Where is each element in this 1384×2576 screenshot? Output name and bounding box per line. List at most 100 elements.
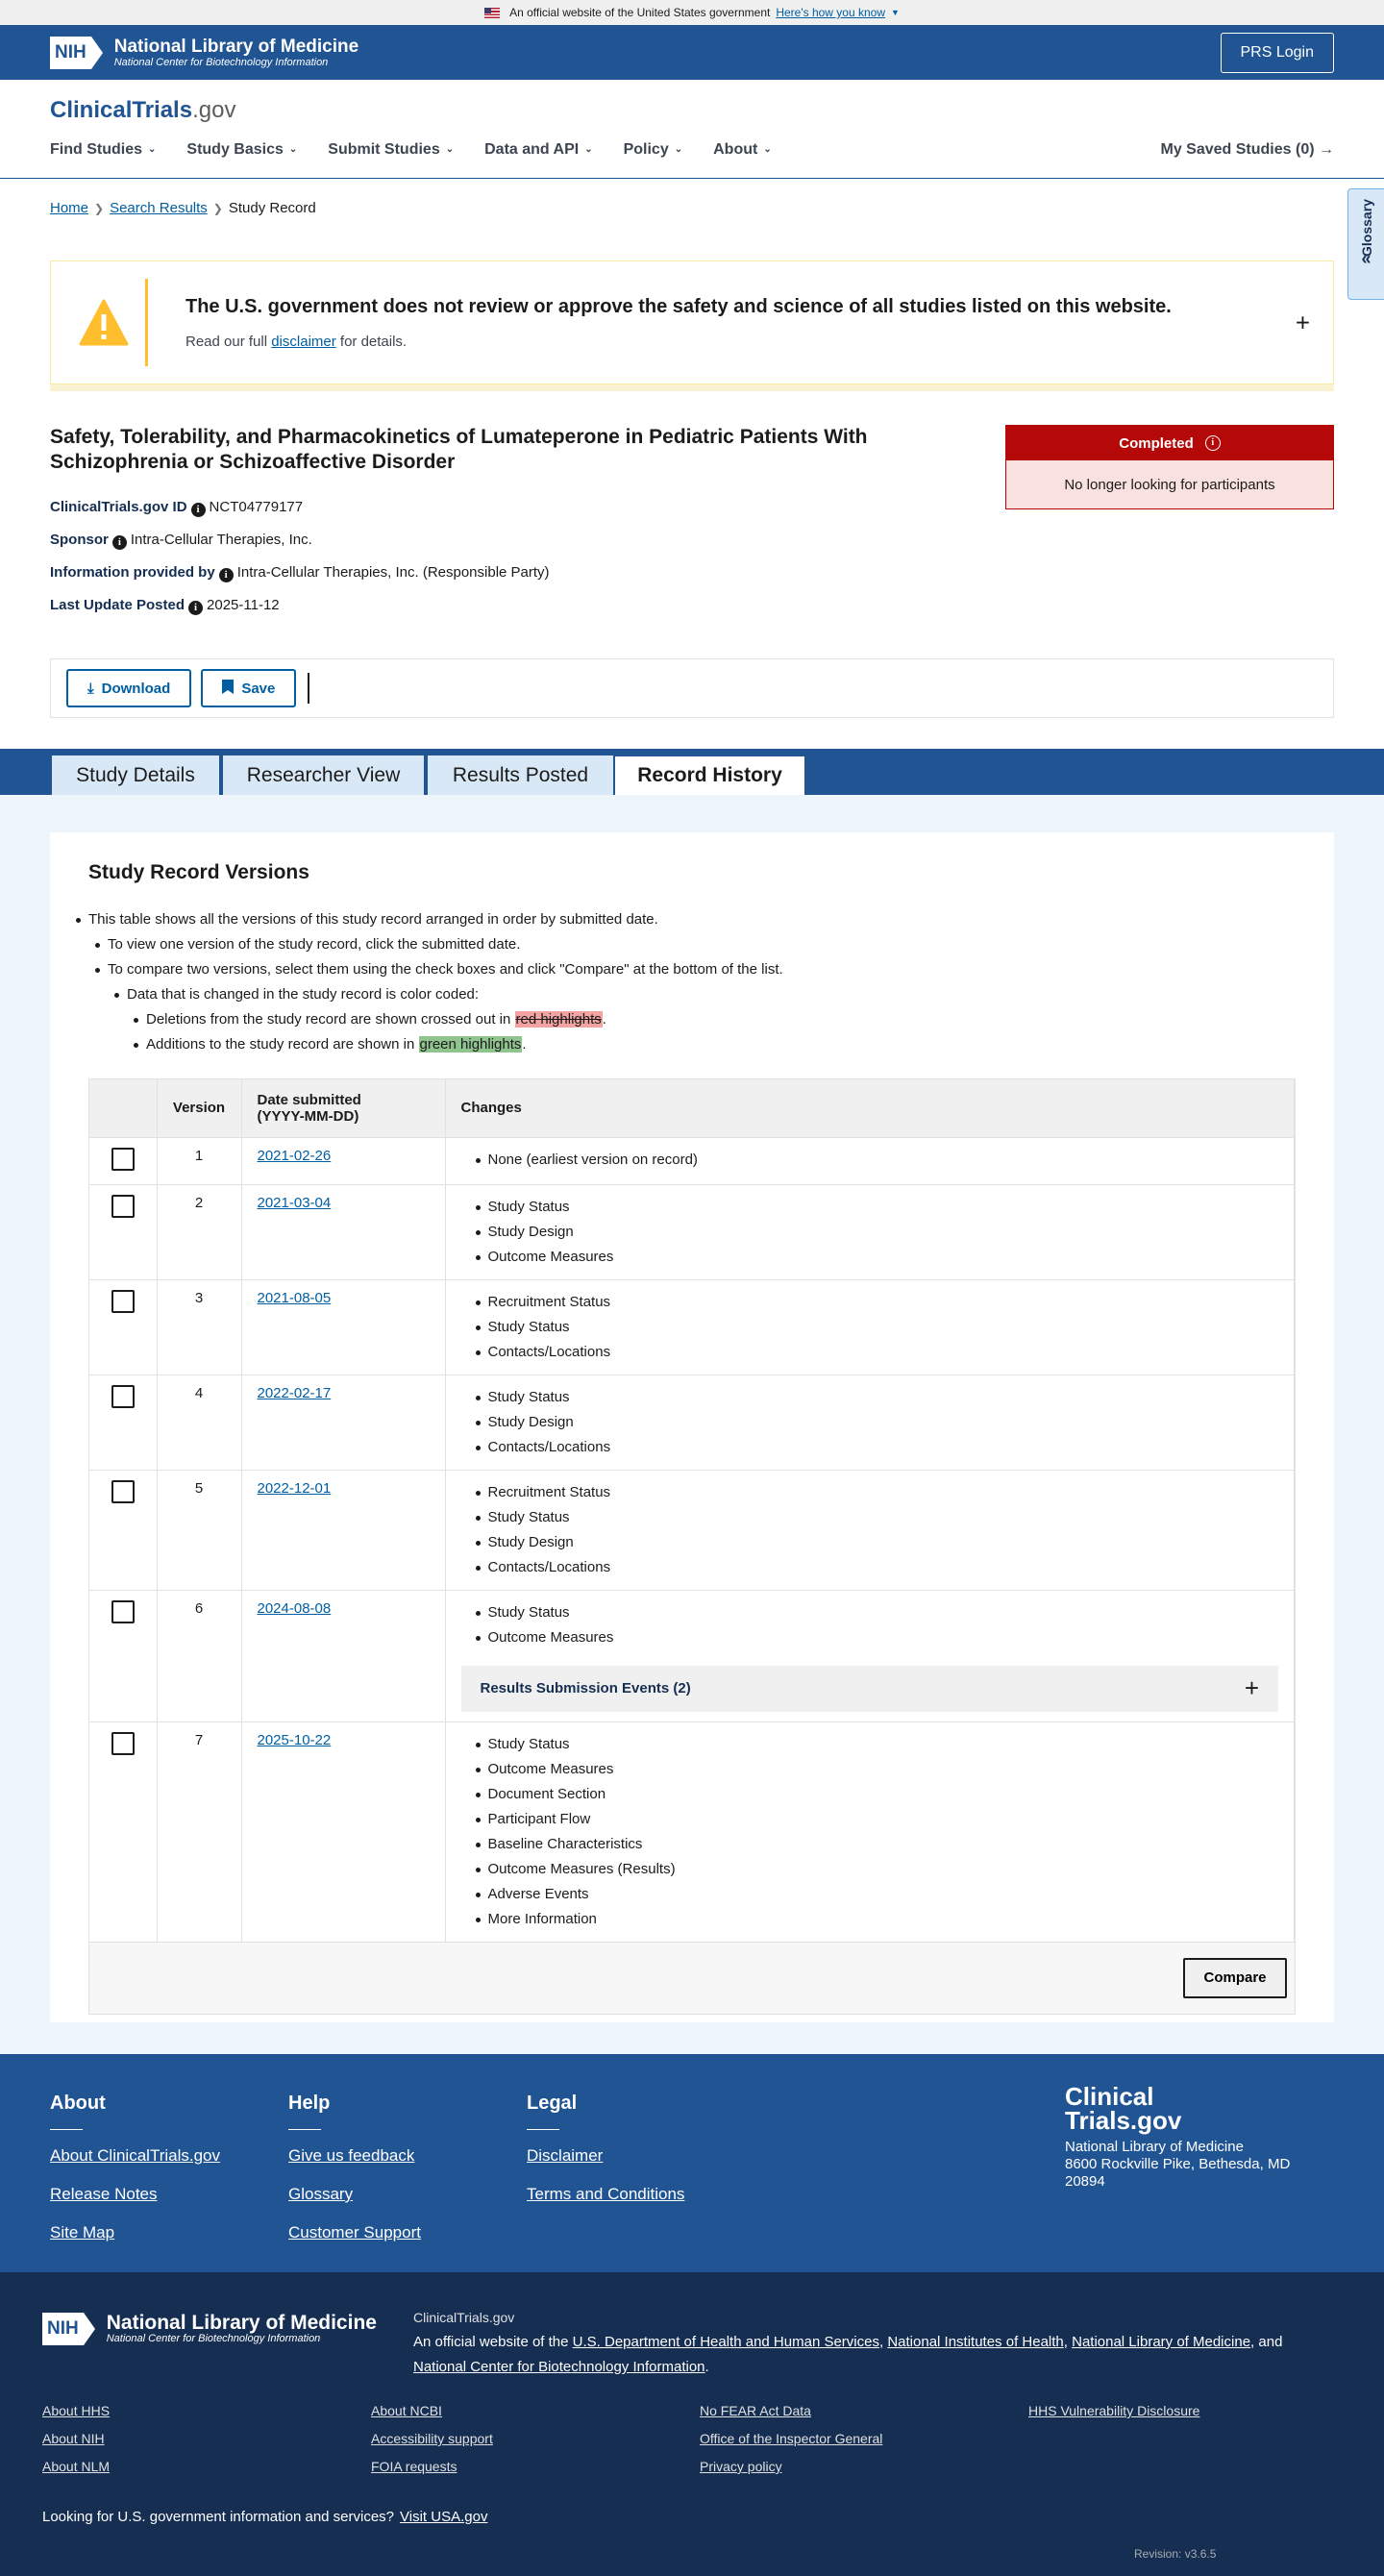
footer-link[interactable]: About ClinicalTrials.gov xyxy=(50,2146,220,2166)
chevron-right-icon: ❯ xyxy=(94,201,105,215)
info-icon[interactable]: i xyxy=(1204,435,1221,451)
version-row: 7 2025-10-22 Study Status Outcome Measure… xyxy=(89,1721,1295,1943)
footer-link[interactable]: Privacy policy xyxy=(700,2459,882,2474)
version-checkbox[interactable] xyxy=(111,1731,135,1755)
table-footer: Compare xyxy=(89,1942,1295,2014)
heres-how-you-know-link[interactable]: Here's how you know xyxy=(776,6,885,19)
footer-link[interactable]: About NIH xyxy=(42,2431,110,2446)
version-checkbox[interactable] xyxy=(111,1194,135,1218)
info-icon[interactable]: i xyxy=(190,503,206,517)
disclaimer-link[interactable]: disclaimer xyxy=(271,334,336,350)
footer-link[interactable]: HHS Vulnerability Disclosure xyxy=(1028,2403,1199,2418)
gov-banner-text: An official website of the United States… xyxy=(509,6,771,19)
change-item: Participant Flow xyxy=(475,1807,1295,1832)
saved-studies-link[interactable]: My Saved Studies (0) → xyxy=(1161,141,1335,159)
changes-list: Recruitment Status Study Status Study Desi… xyxy=(475,1480,1295,1580)
footer-link[interactable]: Accessibility support xyxy=(371,2431,493,2446)
change-item: Recruitment Status xyxy=(475,1290,1295,1315)
version-date-link[interactable]: 2021-02-26 xyxy=(258,1148,332,1164)
version-checkbox[interactable] xyxy=(111,1479,135,1503)
nlm-link[interactable]: National Library of Medicine xyxy=(1072,2334,1250,2350)
tab-study-details[interactable]: Study Details xyxy=(50,754,221,795)
nav-find-studies[interactable]: Find Studies ⌄ xyxy=(50,141,156,159)
version-checkbox[interactable] xyxy=(111,1289,135,1313)
nih-logo[interactable]: NIH National Library of Medicine Nationa… xyxy=(50,36,358,69)
change-item: Study Status xyxy=(475,1600,1295,1625)
footer-link[interactable]: Customer Support xyxy=(288,2223,421,2242)
footer-link[interactable]: Release Notes xyxy=(50,2185,220,2204)
nav-submit-studies[interactable]: Submit Studies ⌄ xyxy=(328,141,454,159)
info-icon[interactable]: i xyxy=(218,568,234,582)
tabs-bar: Study Details Researcher View Results Po… xyxy=(0,749,1384,795)
change-item: Outcome Measures xyxy=(475,1245,1295,1270)
footer-link[interactable]: Site Map xyxy=(50,2223,220,2242)
compare-button[interactable]: Compare xyxy=(1183,1957,1287,1998)
footer-link[interactable]: Office of the Inspector General xyxy=(700,2431,882,2446)
nav-data-api[interactable]: Data and API ⌄ xyxy=(484,141,592,159)
version-date-link[interactable]: 2022-02-17 xyxy=(258,1385,332,1401)
green-highlight-sample: green highlights xyxy=(418,1036,523,1053)
tab-record-history[interactable]: Record History xyxy=(615,753,804,795)
version-date-link[interactable]: 2022-12-01 xyxy=(258,1480,332,1497)
nav-study-basics[interactable]: Study Basics ⌄ xyxy=(186,141,297,159)
breadcrumb-home[interactable]: Home xyxy=(50,200,88,216)
us-flag-icon xyxy=(484,7,501,18)
version-row: 5 2022-12-01 Recruitment Status Study Sta… xyxy=(89,1470,1295,1591)
chevron-right-icon: ❯ xyxy=(212,201,223,215)
version-checkbox[interactable] xyxy=(111,1147,135,1171)
version-checkbox[interactable] xyxy=(111,1384,135,1408)
info-icon[interactable]: i xyxy=(188,601,204,615)
expand-plus-icon[interactable]: + xyxy=(1296,308,1310,337)
usa-gov-link[interactable]: Visit USA.gov xyxy=(400,2509,487,2525)
hhs-link[interactable]: U.S. Department of Health and Human Serv… xyxy=(573,2334,879,2350)
changes-list: Study Status Outcome Measures Document Sec… xyxy=(475,1732,1295,1932)
footer-link[interactable]: No FEAR Act Data xyxy=(700,2403,882,2418)
nlm-footer: NIH National Library of Medicine Nationa… xyxy=(0,2272,1384,2576)
status-label: Completed xyxy=(1119,434,1194,452)
change-item: Study Status xyxy=(475,1315,1295,1340)
bookmark-icon xyxy=(222,679,235,698)
status-detail: No longer looking for participants xyxy=(1006,460,1333,508)
glossary-toggle[interactable]: Glossary « xyxy=(1347,188,1384,300)
tab-researcher-view[interactable]: Researcher View xyxy=(221,754,426,795)
version-number: 7 xyxy=(157,1721,242,1943)
change-item: Baseline Characteristics xyxy=(475,1832,1295,1857)
version-date-link[interactable]: 2025-10-22 xyxy=(258,1732,332,1748)
alert-text: Read our full disclaimer for details. xyxy=(185,333,408,350)
study-id: NCT04779177 xyxy=(209,499,304,515)
footer-link[interactable]: About NCBI xyxy=(371,2403,493,2418)
version-row: 1 2021-02-26 None (earliest version on r… xyxy=(89,1137,1295,1185)
footer-link[interactable]: About HHS xyxy=(42,2403,110,2418)
version-checkbox[interactable] xyxy=(111,1599,135,1623)
version-date-link[interactable]: 2024-08-08 xyxy=(258,1600,332,1617)
version-column-header: Version xyxy=(157,1079,242,1138)
footer-link[interactable]: Glossary xyxy=(288,2185,421,2204)
footer-link[interactable]: Give us feedback xyxy=(288,2146,421,2166)
footer-links-col1: About HHS About NIH About NLM xyxy=(42,2403,110,2487)
version-date-link[interactable]: 2021-03-04 xyxy=(258,1195,332,1211)
disclaimer-alert: The U.S. government does not review or a… xyxy=(50,260,1334,391)
ncbi-link[interactable]: National Center for Biotechnology Inform… xyxy=(413,2359,705,2375)
changes-list: Study Status Study Design Outcome Measures xyxy=(475,1195,1295,1270)
save-button[interactable]: Save xyxy=(201,669,297,707)
results-events-accordion[interactable]: Results Submission Events (2) + xyxy=(460,1665,1278,1712)
version-row: 6 2024-08-08 Study Status Outcome Measure… xyxy=(89,1590,1295,1722)
info-provided: Intra-Cellular Therapies, Inc. (Responsi… xyxy=(236,564,550,581)
tab-results-posted[interactable]: Results Posted xyxy=(426,754,615,795)
last-update-row: Last Update Posted i 2025-11-12 xyxy=(50,597,280,615)
nih-logo[interactable]: NIH National Library of Medicine Nationa… xyxy=(42,2313,377,2345)
footer-about-col: About About ClinicalTrials.gov Release N… xyxy=(50,2093,220,2242)
info-icon[interactable]: i xyxy=(111,535,127,550)
nav-about[interactable]: About ⌄ xyxy=(713,141,772,159)
footer-link[interactable]: Disclaimer xyxy=(527,2146,684,2166)
breadcrumb-search-results[interactable]: Search Results xyxy=(110,200,208,216)
nav-policy[interactable]: Policy ⌄ xyxy=(624,141,683,159)
footer-link[interactable]: FOIA requests xyxy=(371,2459,493,2474)
footer-link[interactable]: Terms and Conditions xyxy=(527,2185,684,2204)
version-date-link[interactable]: 2021-08-05 xyxy=(258,1290,332,1306)
footer-link[interactable]: About NLM xyxy=(42,2459,110,2474)
nih-link[interactable]: National Institutes of Health xyxy=(887,2334,1063,2350)
site-logo[interactable]: ClinicalTrials.gov xyxy=(50,97,235,124)
download-button[interactable]: ⤓ Download xyxy=(66,669,192,707)
prs-login-button[interactable]: PRS Login xyxy=(1220,32,1334,73)
